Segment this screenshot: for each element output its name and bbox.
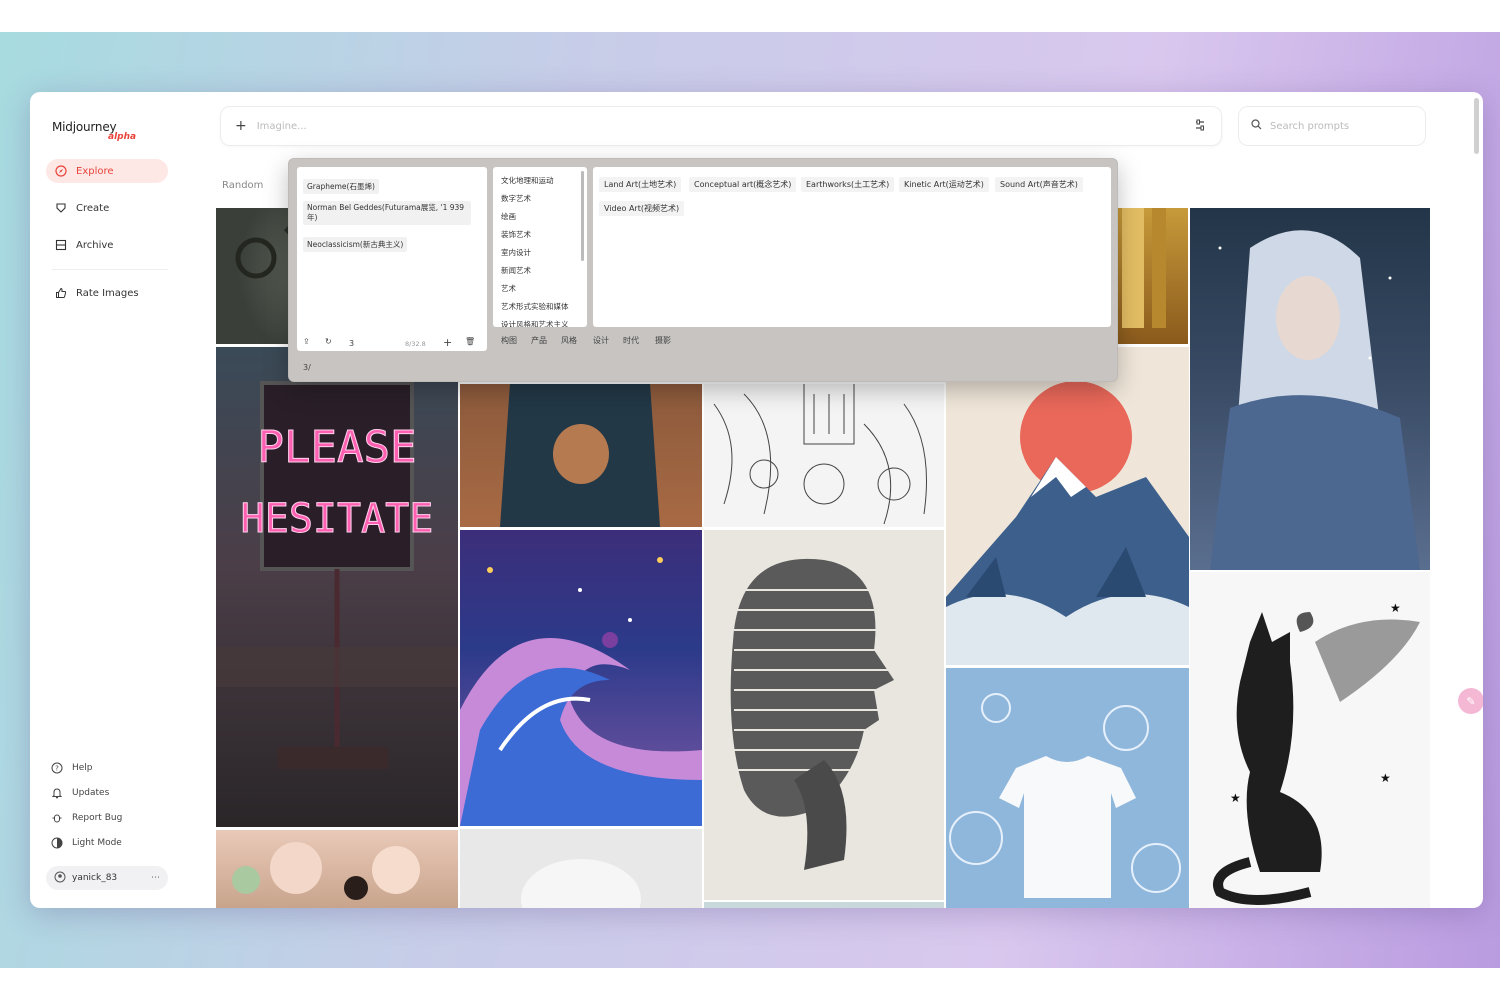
gallery-image-strip[interactable] bbox=[704, 902, 944, 908]
avatar bbox=[54, 871, 66, 886]
gallery-image-tshirt-bubbles[interactable] bbox=[946, 668, 1189, 908]
gallery-image-winged-cat[interactable]: ★ ★ ★ bbox=[1190, 572, 1430, 908]
sidebar-item-label: Report Bug bbox=[72, 813, 123, 823]
category-tab[interactable]: 产品 bbox=[531, 335, 547, 346]
sidebar-item-label: Create bbox=[76, 202, 110, 214]
bug-icon bbox=[50, 811, 64, 825]
selected-keywords-panel: Grapheme(石墨烯) Norman Bel Geddes(Futurama… bbox=[297, 167, 487, 351]
popup-footer-text: 3/ bbox=[303, 363, 311, 372]
search-icon bbox=[1251, 119, 1262, 133]
more-options-icon[interactable]: ⋯ bbox=[151, 873, 160, 883]
svg-text:?: ? bbox=[55, 765, 59, 773]
category-tab[interactable]: 时代 bbox=[623, 335, 639, 346]
sidebar-divider bbox=[52, 269, 168, 270]
gallery-image-white-hair[interactable] bbox=[460, 829, 702, 908]
app-logo[interactable]: Midjourney bbox=[52, 120, 117, 134]
add-icon[interactable]: + bbox=[443, 336, 452, 349]
category-tab[interactable]: 风格 bbox=[561, 335, 577, 346]
keyword-chip[interactable]: Grapheme(石墨烯) bbox=[303, 179, 379, 194]
neon-text-please: PLEASE bbox=[258, 422, 417, 473]
neon-text-hesitate: HESITATE bbox=[241, 496, 434, 542]
sidebar-item-label: Rate Images bbox=[76, 287, 139, 299]
help-icon: ? bbox=[50, 761, 64, 775]
gallery-image-wave-surfer[interactable] bbox=[460, 530, 702, 826]
sidebar-item-report-bug[interactable]: Report Bug bbox=[50, 808, 122, 828]
gallery-image-coloring-page[interactable] bbox=[704, 384, 944, 527]
keyword-count: 3 bbox=[349, 339, 355, 348]
sun-icon bbox=[50, 836, 64, 850]
keyword-tag[interactable]: Earthworks(土工艺术) bbox=[801, 177, 895, 192]
sidebar-item-label: Archive bbox=[76, 239, 114, 251]
tab-random[interactable]: Random bbox=[222, 180, 263, 191]
svg-text:★: ★ bbox=[1390, 601, 1401, 615]
plus-icon[interactable]: + bbox=[235, 118, 247, 134]
keyword-tags-panel: Land Art(土地艺术) Conceptual art(概念艺术) Eart… bbox=[593, 167, 1111, 327]
category-tab[interactable]: 设计 bbox=[593, 335, 609, 346]
category-item[interactable]: 艺术形式实验和媒体 bbox=[501, 301, 569, 312]
gallery-image-cutout-top[interactable] bbox=[460, 384, 702, 527]
sidebar-item-explore[interactable]: Explore bbox=[46, 159, 168, 183]
sidebar-item-light-mode[interactable]: Light Mode bbox=[50, 833, 122, 853]
svg-text:★: ★ bbox=[1380, 771, 1391, 785]
gallery-image-neon-sign[interactable]: PLEASE HESITATE bbox=[216, 347, 458, 827]
sidebar-item-create[interactable]: Create bbox=[46, 196, 168, 220]
category-item[interactable]: 设计风格和艺术主义 bbox=[501, 319, 569, 327]
keyword-tag[interactable]: Conceptual art(概念艺术) bbox=[689, 177, 797, 192]
floating-action-icon[interactable]: ✎ bbox=[1458, 688, 1483, 714]
category-item[interactable]: 艺术 bbox=[501, 283, 516, 294]
scrollbar[interactable] bbox=[1474, 98, 1479, 154]
logo-alpha-tag: alpha bbox=[108, 132, 137, 142]
sidebar-item-help[interactable]: ? Help bbox=[50, 758, 93, 778]
sidebar-item-label: Help bbox=[72, 763, 93, 773]
category-item[interactable]: 新闻艺术 bbox=[501, 265, 531, 276]
sidebar-item-rate-images[interactable]: Rate Images bbox=[46, 281, 168, 305]
trash-icon[interactable]: 🗑 bbox=[465, 337, 475, 346]
category-item[interactable]: 文化地理和运动 bbox=[501, 175, 554, 186]
brush-icon bbox=[54, 201, 68, 215]
gallery-image-toys[interactable] bbox=[216, 830, 458, 908]
gallery-image-mountain[interactable] bbox=[946, 347, 1189, 665]
category-tab[interactable]: 摄影 bbox=[655, 335, 671, 346]
keyword-tag[interactable]: Land Art(土地艺术) bbox=[599, 177, 682, 192]
settings-sliders-icon[interactable] bbox=[1193, 118, 1207, 135]
category-tab[interactable]: 构图 bbox=[501, 335, 517, 346]
category-item[interactable]: 装饰艺术 bbox=[501, 229, 531, 240]
sidebar-item-label: Light Mode bbox=[72, 838, 122, 848]
category-item[interactable]: 数字艺术 bbox=[501, 193, 531, 204]
category-scrollbar[interactable] bbox=[581, 171, 584, 261]
username: yanick_83 bbox=[72, 873, 118, 883]
gallery-image-elf[interactable] bbox=[1190, 208, 1430, 570]
category-list: 文化地理和运动 数字艺术 绘画 装饰艺术 室内设计 新闻艺术 艺术 艺术形式实验… bbox=[493, 167, 587, 327]
compass-icon bbox=[54, 164, 68, 178]
gallery-image-line-face[interactable] bbox=[704, 530, 944, 900]
user-menu[interactable]: yanick_83 ⋯ bbox=[46, 866, 168, 890]
bell-icon bbox=[50, 786, 64, 800]
sidebar-item-archive[interactable]: Archive bbox=[46, 233, 168, 257]
search-placeholder: Search prompts bbox=[1270, 120, 1350, 132]
imagine-input[interactable]: + Imagine... bbox=[220, 106, 1222, 146]
keyword-chip[interactable]: Norman Bel Geddes(Futurama展览, '1 939年) bbox=[303, 201, 471, 225]
archive-icon bbox=[54, 238, 68, 252]
refresh-icon[interactable]: ↻ bbox=[325, 337, 332, 346]
category-tabs: 构图 产品 风格 设计 时代 摄影 bbox=[493, 329, 1111, 351]
imagine-placeholder: Imagine... bbox=[256, 120, 307, 132]
sidebar-item-label: Updates bbox=[72, 788, 110, 798]
keyword-tag[interactable]: Sound Art(声音艺术) bbox=[995, 177, 1083, 192]
svg-text:★: ★ bbox=[1230, 791, 1241, 805]
search-input[interactable]: Search prompts bbox=[1238, 106, 1426, 146]
prompt-helper-popup: Grapheme(石墨烯) Norman Bel Geddes(Futurama… bbox=[288, 158, 1118, 382]
sidebar-item-updates[interactable]: Updates bbox=[50, 783, 109, 803]
keyword-tag[interactable]: Kinetic Art(运动艺术) bbox=[899, 177, 989, 192]
keyword-chip[interactable]: Neoclassicism(新古典主义) bbox=[303, 237, 408, 252]
category-item[interactable]: 绘画 bbox=[501, 211, 516, 222]
thumbs-up-icon bbox=[54, 286, 68, 300]
keyword-tag[interactable]: Video Art(视频艺术) bbox=[599, 201, 685, 216]
sidebar-item-label: Explore bbox=[76, 165, 114, 177]
sidebar: Midjourney alpha Explore Create Archive bbox=[30, 92, 200, 908]
category-item[interactable]: 室内设计 bbox=[501, 247, 531, 258]
export-icon[interactable]: ⇪ bbox=[303, 337, 310, 346]
token-status: 8/32.8 bbox=[405, 340, 426, 348]
